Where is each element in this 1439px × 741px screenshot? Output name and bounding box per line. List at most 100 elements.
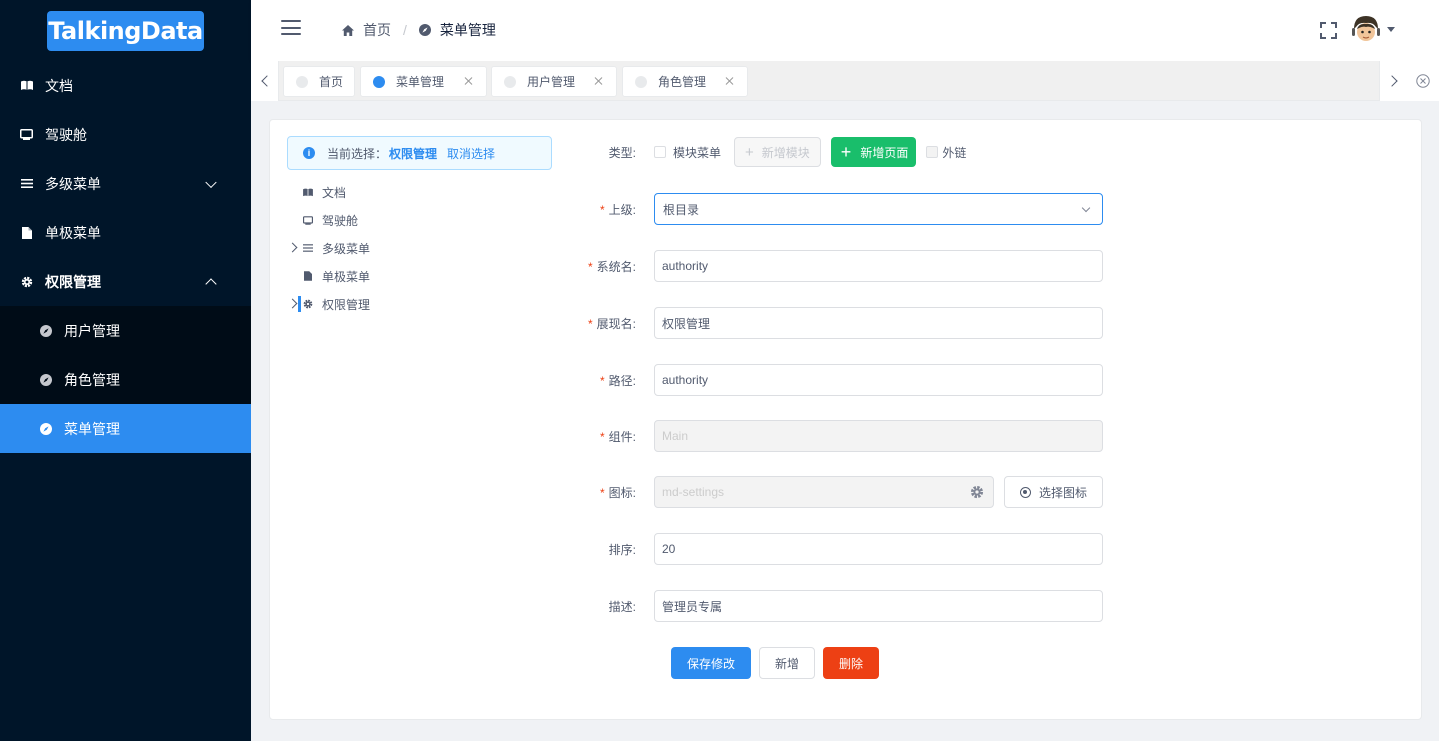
delete-button[interactable]: 删除 xyxy=(823,647,879,679)
order-label-text: 排序: xyxy=(608,542,636,557)
tab-status-dot xyxy=(635,75,647,88)
tab-status-dot xyxy=(504,75,516,88)
tabs-scroll-right-button[interactable] xyxy=(1379,61,1407,101)
icon-input: md-settings xyxy=(654,476,994,508)
menu-toggle-icon[interactable] xyxy=(281,20,301,35)
tab-role-management[interactable]: 角色管理 xyxy=(622,66,748,97)
close-icon[interactable] xyxy=(724,76,734,86)
compass-icon xyxy=(39,373,52,386)
sidebar-item-multilevel[interactable]: 多级菜单 xyxy=(0,159,251,208)
form-row-icon: * 图标: md-settings 选择图标 xyxy=(570,476,1103,508)
form-row-description: 描述: 管理员专属 xyxy=(570,590,1103,622)
close-circle-icon xyxy=(1416,74,1430,88)
tree-node-label: 驾驶舱 xyxy=(322,213,359,228)
sidebar-item-menu-management[interactable]: 菜单管理 xyxy=(0,404,251,453)
path-input[interactable]: authority xyxy=(654,364,1103,396)
breadcrumb-home[interactable]: 首页 xyxy=(363,20,391,40)
type-label: 类型: xyxy=(570,144,654,161)
add-module-button[interactable]: + 新增模块 xyxy=(734,137,821,167)
sidebar-item-label: 多级菜单 xyxy=(45,175,101,192)
plus-icon: + xyxy=(745,143,754,161)
icon-input-value: md-settings xyxy=(662,485,725,499)
form-row-system-name: * 系统名: authority xyxy=(570,250,1103,282)
required-mark: * xyxy=(587,259,593,274)
tab-label: 菜单管理 xyxy=(396,75,445,89)
sidebar-item-label: 角色管理 xyxy=(64,371,120,388)
tree-node-docs[interactable]: 文档 xyxy=(288,178,370,206)
breadcrumb-current: 菜单管理 xyxy=(439,22,496,38)
system-name-input[interactable]: authority xyxy=(654,250,1103,282)
form-row-component: * 组件: Main xyxy=(570,420,1103,452)
info-icon: i xyxy=(303,147,315,159)
compass-icon xyxy=(418,24,431,36)
close-icon[interactable] xyxy=(463,76,473,86)
form-row-path: * 路径: authority xyxy=(570,364,1103,396)
sidebar-item-user-management[interactable]: 用户管理 xyxy=(0,306,251,355)
checkbox-box[interactable] xyxy=(654,146,666,158)
tree-node-single[interactable]: 单极菜单 xyxy=(288,262,370,290)
required-mark: * xyxy=(599,202,605,217)
logo-container: TalkingData xyxy=(0,0,251,61)
choose-icon-button[interactable]: 选择图标 xyxy=(1004,476,1103,508)
chevron-down-icon xyxy=(1081,203,1091,213)
module-menu-checkbox[interactable]: 模块菜单 xyxy=(654,144,721,161)
tabs-scroll-left-button[interactable] xyxy=(251,61,279,101)
icon-label: * 图标: xyxy=(570,484,654,501)
component-label: * 组件: xyxy=(570,428,654,445)
sidebar-item-cockpit[interactable]: 驾驶舱 xyxy=(0,110,251,159)
document-icon xyxy=(303,271,313,281)
sidebar-item-permissions[interactable]: 权限管理 xyxy=(0,257,251,306)
tree-node-permissions[interactable]: 权限管理 xyxy=(287,290,370,318)
sidebar-item-role-management[interactable]: 角色管理 xyxy=(0,355,251,404)
tab-user-management[interactable]: 用户管理 xyxy=(491,66,617,97)
sidebar-item-label: 菜单管理 xyxy=(64,420,120,437)
path-label: * 路径: xyxy=(570,372,654,389)
compass-icon xyxy=(39,422,52,435)
external-link-checkbox[interactable]: 外链 xyxy=(926,144,966,161)
tree-node-multilevel[interactable]: 多级菜单 xyxy=(287,234,371,262)
add-module-label: 新增模块 xyxy=(761,145,810,160)
parent-select[interactable]: 根目录 xyxy=(654,193,1103,225)
type-label-text: 类型: xyxy=(608,145,636,160)
tab-menu-management[interactable]: 菜单管理 xyxy=(360,66,487,97)
parent-label-text: 上级: xyxy=(608,202,636,217)
chevron-right-icon[interactable] xyxy=(287,242,298,253)
close-all-tabs-button[interactable] xyxy=(1407,61,1439,101)
gear-icon xyxy=(970,485,984,499)
order-input[interactable]: 20 xyxy=(654,533,1103,565)
form-row-type: 类型: 模块菜单 + 新增模块 + 新增页面 外链 xyxy=(570,137,979,167)
required-mark: * xyxy=(599,373,605,388)
sidebar-item-single[interactable]: 单极菜单 xyxy=(0,208,251,257)
content-card: i 当前选择： 权限管理 取消选择 文档 驾驶舱 多级菜单 单极菜单 权限管理 … xyxy=(269,119,1422,720)
sidebar-item-label: 权限管理 xyxy=(45,273,101,290)
tree-node-cockpit[interactable]: 驾驶舱 xyxy=(288,206,370,234)
tab-label: 用户管理 xyxy=(527,75,576,89)
fullscreen-icon[interactable] xyxy=(1320,22,1337,39)
checkbox-box[interactable] xyxy=(926,146,939,158)
tree-node-label: 多级菜单 xyxy=(322,241,371,256)
description-label-text: 描述: xyxy=(608,599,636,614)
sidebar-item-docs[interactable]: 文档 xyxy=(0,61,251,110)
cancel-selection-link[interactable]: 取消选择 xyxy=(447,145,495,162)
avatar[interactable] xyxy=(1349,13,1383,47)
caret-down-icon[interactable] xyxy=(1387,27,1395,32)
add-page-button[interactable]: + 新增页面 xyxy=(830,137,917,167)
monitor-icon xyxy=(20,128,33,141)
tab-home[interactable]: 首页 xyxy=(283,66,355,97)
path-label-text: 路径: xyxy=(608,373,636,388)
display-name-label-text: 展现名: xyxy=(596,316,636,331)
logo[interactable]: TalkingData xyxy=(47,10,204,51)
gear-icon xyxy=(303,299,313,309)
description-input[interactable]: 管理员专属 xyxy=(654,590,1103,622)
chevron-right-icon[interactable] xyxy=(287,298,298,309)
monitor-icon xyxy=(303,215,313,225)
book-icon xyxy=(20,79,33,92)
external-link-label: 外链 xyxy=(942,145,967,160)
breadcrumb: 首页 / 菜单管理 xyxy=(342,20,496,40)
add-button[interactable]: 新增 xyxy=(759,647,815,679)
display-name-input[interactable]: 权限管理 xyxy=(654,307,1103,339)
form-row-parent: * 上级: 根目录 xyxy=(570,193,1103,225)
save-button[interactable]: 保存修改 xyxy=(671,647,751,679)
required-mark: * xyxy=(599,485,605,500)
close-icon[interactable] xyxy=(593,76,603,86)
